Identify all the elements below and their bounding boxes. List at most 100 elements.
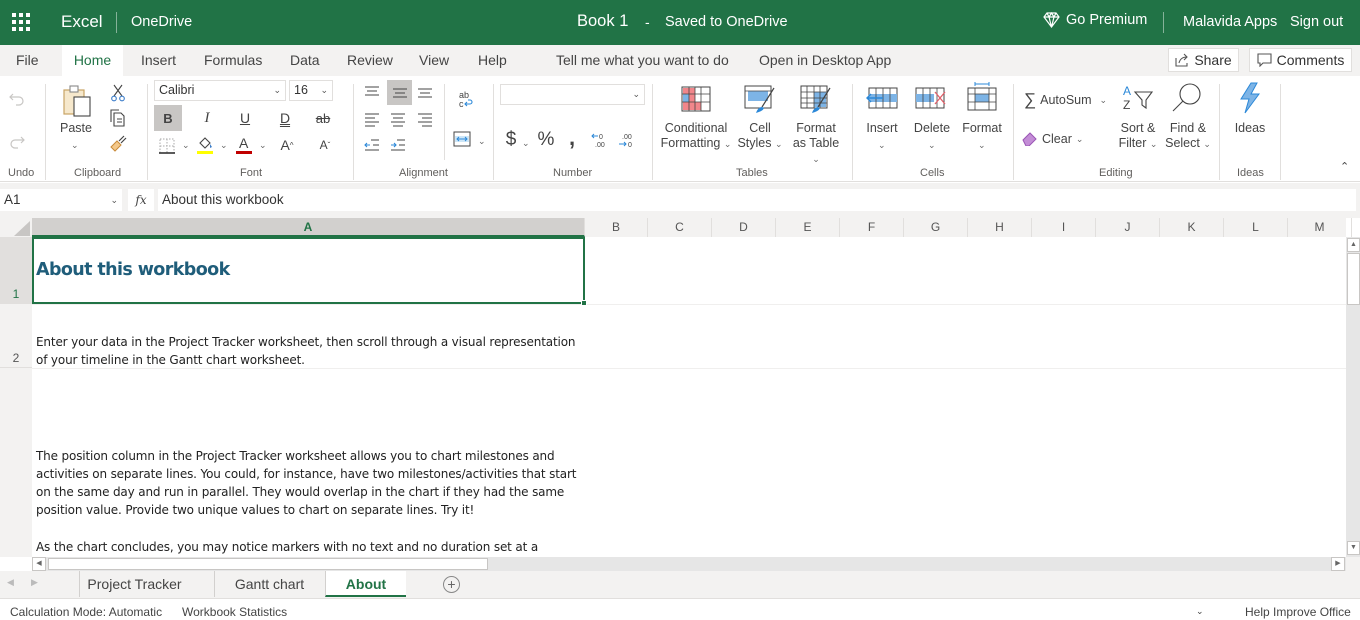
- comments-button[interactable]: Comments: [1249, 48, 1352, 72]
- shrink-font-button[interactable]: Aˇ: [314, 134, 336, 156]
- scroll-left-icon[interactable]: ◀: [32, 557, 46, 571]
- merge-center-button[interactable]: [451, 128, 473, 150]
- app-launcher-icon[interactable]: [12, 13, 30, 31]
- strikethrough-button[interactable]: ab: [310, 105, 336, 131]
- user-name[interactable]: Malavida Apps: [1183, 14, 1277, 30]
- sheet-tab-project-tracker[interactable]: Project Tracker: [79, 571, 189, 597]
- tab-formulas[interactable]: Formulas: [204, 45, 262, 76]
- tab-view[interactable]: View: [419, 45, 449, 76]
- row-header-2[interactable]: 2: [0, 304, 32, 368]
- column-header-i[interactable]: I: [1032, 218, 1096, 237]
- number-format-select[interactable]: ⌄: [500, 84, 645, 105]
- conditional-formatting-button[interactable]: Conditional Formatting ⌄: [660, 121, 732, 152]
- redo-button[interactable]: [6, 131, 28, 153]
- delete-dropdown-icon[interactable]: ⌄: [928, 138, 936, 153]
- column-header-a[interactable]: A: [32, 218, 585, 237]
- borders-button[interactable]: [154, 135, 180, 157]
- cell-a3-paragraph-2[interactable]: As the chart concludes, you may notice m…: [36, 538, 581, 557]
- insert-cells-icon-button[interactable]: [864, 86, 900, 110]
- column-header-b[interactable]: B: [585, 218, 648, 237]
- delete-cells-icon-button[interactable]: [914, 86, 950, 110]
- font-color-button[interactable]: A: [234, 134, 254, 156]
- chevron-down-icon[interactable]: ⌄: [1196, 606, 1204, 617]
- align-left-button[interactable]: [361, 109, 383, 131]
- double-underline-button[interactable]: D: [272, 105, 298, 131]
- row-header-1[interactable]: 1: [0, 237, 32, 304]
- font-name-select[interactable]: Calibri ⌄: [154, 80, 286, 101]
- next-sheet-icon[interactable]: ▶: [31, 577, 38, 588]
- formula-input[interactable]: About this workbook: [158, 189, 1356, 211]
- format-as-table-button[interactable]: Format as Table ⌄: [788, 121, 844, 167]
- horizontal-scroll-thumb[interactable]: [48, 558, 488, 570]
- sort-filter-button[interactable]: Sort & Filter ⌄: [1116, 121, 1160, 152]
- sort-filter-icon-button[interactable]: AZ: [1121, 84, 1155, 112]
- cell-a2[interactable]: Enter your data in the Project Tracker w…: [36, 333, 581, 369]
- scroll-right-icon[interactable]: ▶: [1331, 557, 1345, 571]
- paste-button[interactable]: Paste: [58, 121, 94, 136]
- align-center-button[interactable]: [387, 109, 409, 131]
- currency-dropdown-icon[interactable]: ⌄: [522, 136, 530, 151]
- tab-data[interactable]: Data: [290, 45, 320, 76]
- format-dropdown-icon[interactable]: ⌄: [978, 138, 986, 153]
- fill-handle[interactable]: [581, 300, 587, 306]
- cell-styles-button[interactable]: Cell Styles ⌄: [736, 121, 784, 152]
- collapse-ribbon-icon[interactable]: ⌃: [1340, 160, 1349, 173]
- column-header-m[interactable]: M: [1288, 218, 1352, 237]
- increase-decimal-button[interactable]: 0.00: [589, 128, 611, 152]
- tab-review[interactable]: Review: [347, 45, 393, 76]
- comma-style-button[interactable]: ,: [564, 125, 580, 150]
- vertical-scroll-thumb[interactable]: [1347, 253, 1360, 305]
- delete-cells-button[interactable]: Delete: [912, 121, 952, 136]
- fill-color-dropdown-icon[interactable]: ⌄: [220, 138, 228, 153]
- previous-sheet-icon[interactable]: ◀: [7, 577, 14, 588]
- format-as-table-icon-button[interactable]: [800, 85, 832, 115]
- scroll-down-icon[interactable]: ▼: [1347, 541, 1360, 555]
- sheet-tab-about[interactable]: About: [325, 571, 406, 597]
- help-improve-office[interactable]: Help Improve Office: [1245, 605, 1351, 619]
- find-select-button[interactable]: Find & Select ⌄: [1164, 121, 1212, 152]
- ideas-button[interactable]: Ideas: [1230, 121, 1270, 136]
- scroll-up-icon[interactable]: ▲: [1347, 238, 1360, 252]
- paste-icon-button[interactable]: [58, 82, 96, 120]
- document-title[interactable]: Book 1: [577, 12, 628, 31]
- open-desktop-app[interactable]: Open in Desktop App: [759, 45, 891, 76]
- ideas-icon-button[interactable]: [1236, 82, 1264, 114]
- wrap-text-button[interactable]: ab c: [453, 86, 479, 112]
- column-header-k[interactable]: K: [1160, 218, 1224, 237]
- clear-button[interactable]: Clear ⌄: [1022, 132, 1083, 146]
- increase-indent-button[interactable]: [387, 134, 409, 156]
- insert-cells-button[interactable]: Insert: [862, 121, 902, 136]
- decrease-indent-button[interactable]: [361, 134, 383, 156]
- format-cells-icon-button[interactable]: [966, 82, 998, 112]
- align-middle-button[interactable]: [387, 80, 412, 105]
- borders-dropdown-icon[interactable]: ⌄: [182, 138, 190, 153]
- percent-button[interactable]: %: [535, 128, 557, 152]
- underline-button[interactable]: U: [232, 105, 258, 131]
- vertical-scrollbar[interactable]: ▲ ▼: [1346, 237, 1360, 557]
- tab-help[interactable]: Help: [478, 45, 507, 76]
- column-header-e[interactable]: E: [776, 218, 840, 237]
- workbook-statistics[interactable]: Workbook Statistics: [182, 605, 287, 619]
- align-right-button[interactable]: [414, 109, 436, 131]
- autosum-button[interactable]: ∑ AutoSum ⌄: [1024, 90, 1107, 110]
- column-header-g[interactable]: G: [904, 218, 968, 237]
- undo-button[interactable]: [6, 88, 28, 110]
- column-header-l[interactable]: L: [1224, 218, 1288, 237]
- insert-dropdown-icon[interactable]: ⌄: [878, 138, 886, 153]
- tab-insert[interactable]: Insert: [141, 45, 176, 76]
- italic-button[interactable]: I: [194, 105, 220, 131]
- onedrive-link[interactable]: OneDrive: [131, 14, 192, 30]
- cut-button[interactable]: [108, 83, 128, 103]
- cell-styles-icon-button[interactable]: [744, 85, 776, 115]
- row-header-3[interactable]: [0, 368, 32, 557]
- format-cells-button[interactable]: Format: [962, 121, 1002, 136]
- merge-dropdown-icon[interactable]: ⌄: [478, 134, 486, 149]
- paste-dropdown-icon[interactable]: ⌄: [71, 138, 79, 153]
- app-name[interactable]: Excel: [61, 12, 103, 32]
- currency-button[interactable]: $: [502, 128, 520, 152]
- grow-font-button[interactable]: A ^: [276, 134, 298, 156]
- copy-button[interactable]: [108, 108, 128, 128]
- decrease-decimal-button[interactable]: .00 0: [616, 128, 638, 152]
- column-header-h[interactable]: H: [968, 218, 1032, 237]
- worksheet-grid[interactable]: About this workbook Enter your data in t…: [32, 237, 1346, 557]
